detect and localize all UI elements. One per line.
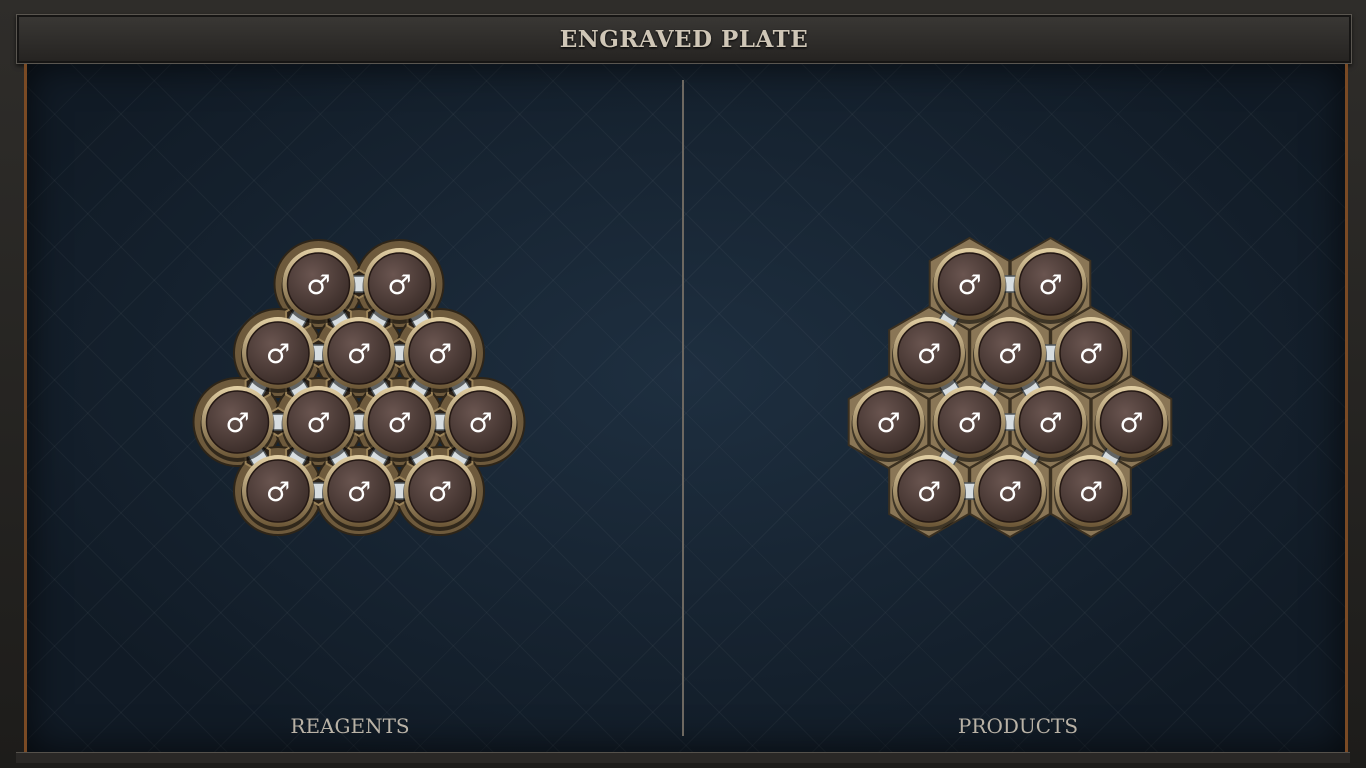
salt-symbol-icon: ♂ bbox=[998, 477, 1022, 508]
atom-salt[interactable]: ♂ bbox=[932, 248, 1007, 324]
atom-salt[interactable]: ♂ bbox=[1013, 386, 1088, 462]
salt-symbol-icon: ♂ bbox=[998, 339, 1022, 370]
salt-symbol-icon: ♂ bbox=[957, 270, 981, 301]
salt-symbol-icon: ♂ bbox=[957, 408, 981, 439]
atom-salt[interactable]: ♂ bbox=[892, 455, 966, 531]
atom-salt[interactable]: ♂ bbox=[851, 386, 926, 462]
salt-symbol-icon: ♂ bbox=[917, 339, 941, 370]
atom-salt[interactable]: ♂ bbox=[932, 386, 1007, 462]
salt-symbol-icon: ♂ bbox=[1119, 408, 1143, 439]
atom-salt[interactable]: ♂ bbox=[1054, 455, 1128, 531]
atom-salt[interactable]: ♂ bbox=[1013, 248, 1088, 324]
atom-salt[interactable]: ♂ bbox=[892, 317, 966, 393]
salt-symbol-icon: ♂ bbox=[1038, 408, 1062, 439]
salt-symbol-icon: ♂ bbox=[1079, 339, 1103, 370]
atom-salt[interactable]: ♂ bbox=[1054, 317, 1128, 393]
products-label: PRODUCTS bbox=[957, 714, 1079, 738]
salt-symbol-icon: ♂ bbox=[917, 477, 941, 508]
atom-salt[interactable]: ♂ bbox=[973, 317, 1047, 393]
salt-symbol-icon: ♂ bbox=[1038, 270, 1062, 301]
reagents-label: REAGENTS bbox=[290, 714, 410, 738]
atom-salt[interactable]: ♂ bbox=[973, 455, 1047, 531]
salt-symbol-icon: ♂ bbox=[1079, 477, 1103, 508]
salt-symbol-icon: ♂ bbox=[876, 408, 900, 439]
products-molecule: ♂ ♂ ♂ ♂ ♂ ♂ ♂ ♂ ♂ ♂ ♂ ♂ bbox=[847, 236, 1173, 539]
atom-salt[interactable]: ♂ bbox=[1094, 386, 1169, 462]
